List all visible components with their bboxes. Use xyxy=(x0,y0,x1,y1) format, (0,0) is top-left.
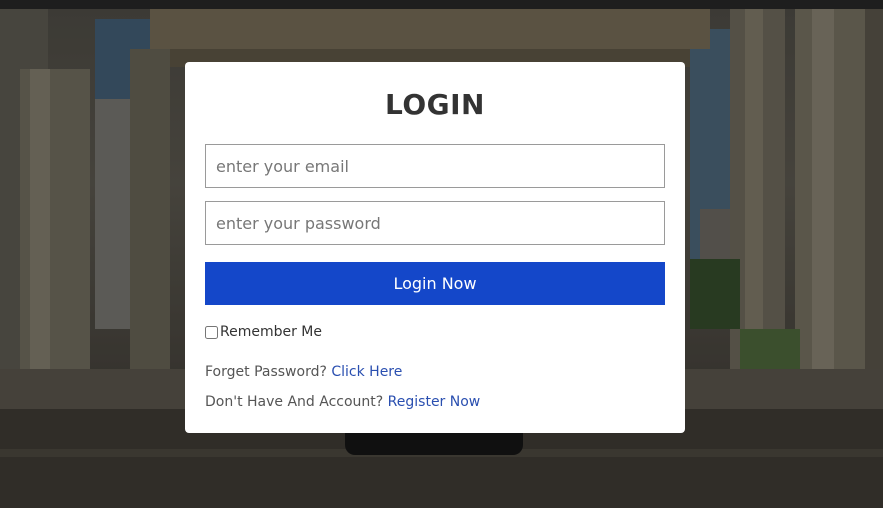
forget-password-line: Forget Password? Click Here xyxy=(205,364,402,380)
remember-me-label[interactable]: Remember Me xyxy=(220,324,322,340)
forget-password-link[interactable]: Click Here xyxy=(331,364,402,380)
register-now-link[interactable]: Register Now xyxy=(388,394,481,410)
password-field[interactable] xyxy=(205,201,665,245)
login-modal: LOGIN Login Now Remember Me Forget Passw… xyxy=(185,62,685,433)
remember-me[interactable]: Remember Me xyxy=(205,324,322,340)
login-title: LOGIN xyxy=(385,88,485,121)
register-line: Don't Have And Account? Register Now xyxy=(205,394,480,410)
email-field[interactable] xyxy=(205,144,665,188)
remember-me-checkbox[interactable] xyxy=(205,325,218,339)
login-now-button[interactable]: Login Now xyxy=(205,262,665,305)
register-prompt: Don't Have And Account? xyxy=(205,394,384,410)
top-navbar xyxy=(0,0,883,9)
forget-password-prompt: Forget Password? xyxy=(205,364,327,380)
page: CONHE RAISO Uma Li o Mais LOGIN Login No… xyxy=(0,0,883,508)
